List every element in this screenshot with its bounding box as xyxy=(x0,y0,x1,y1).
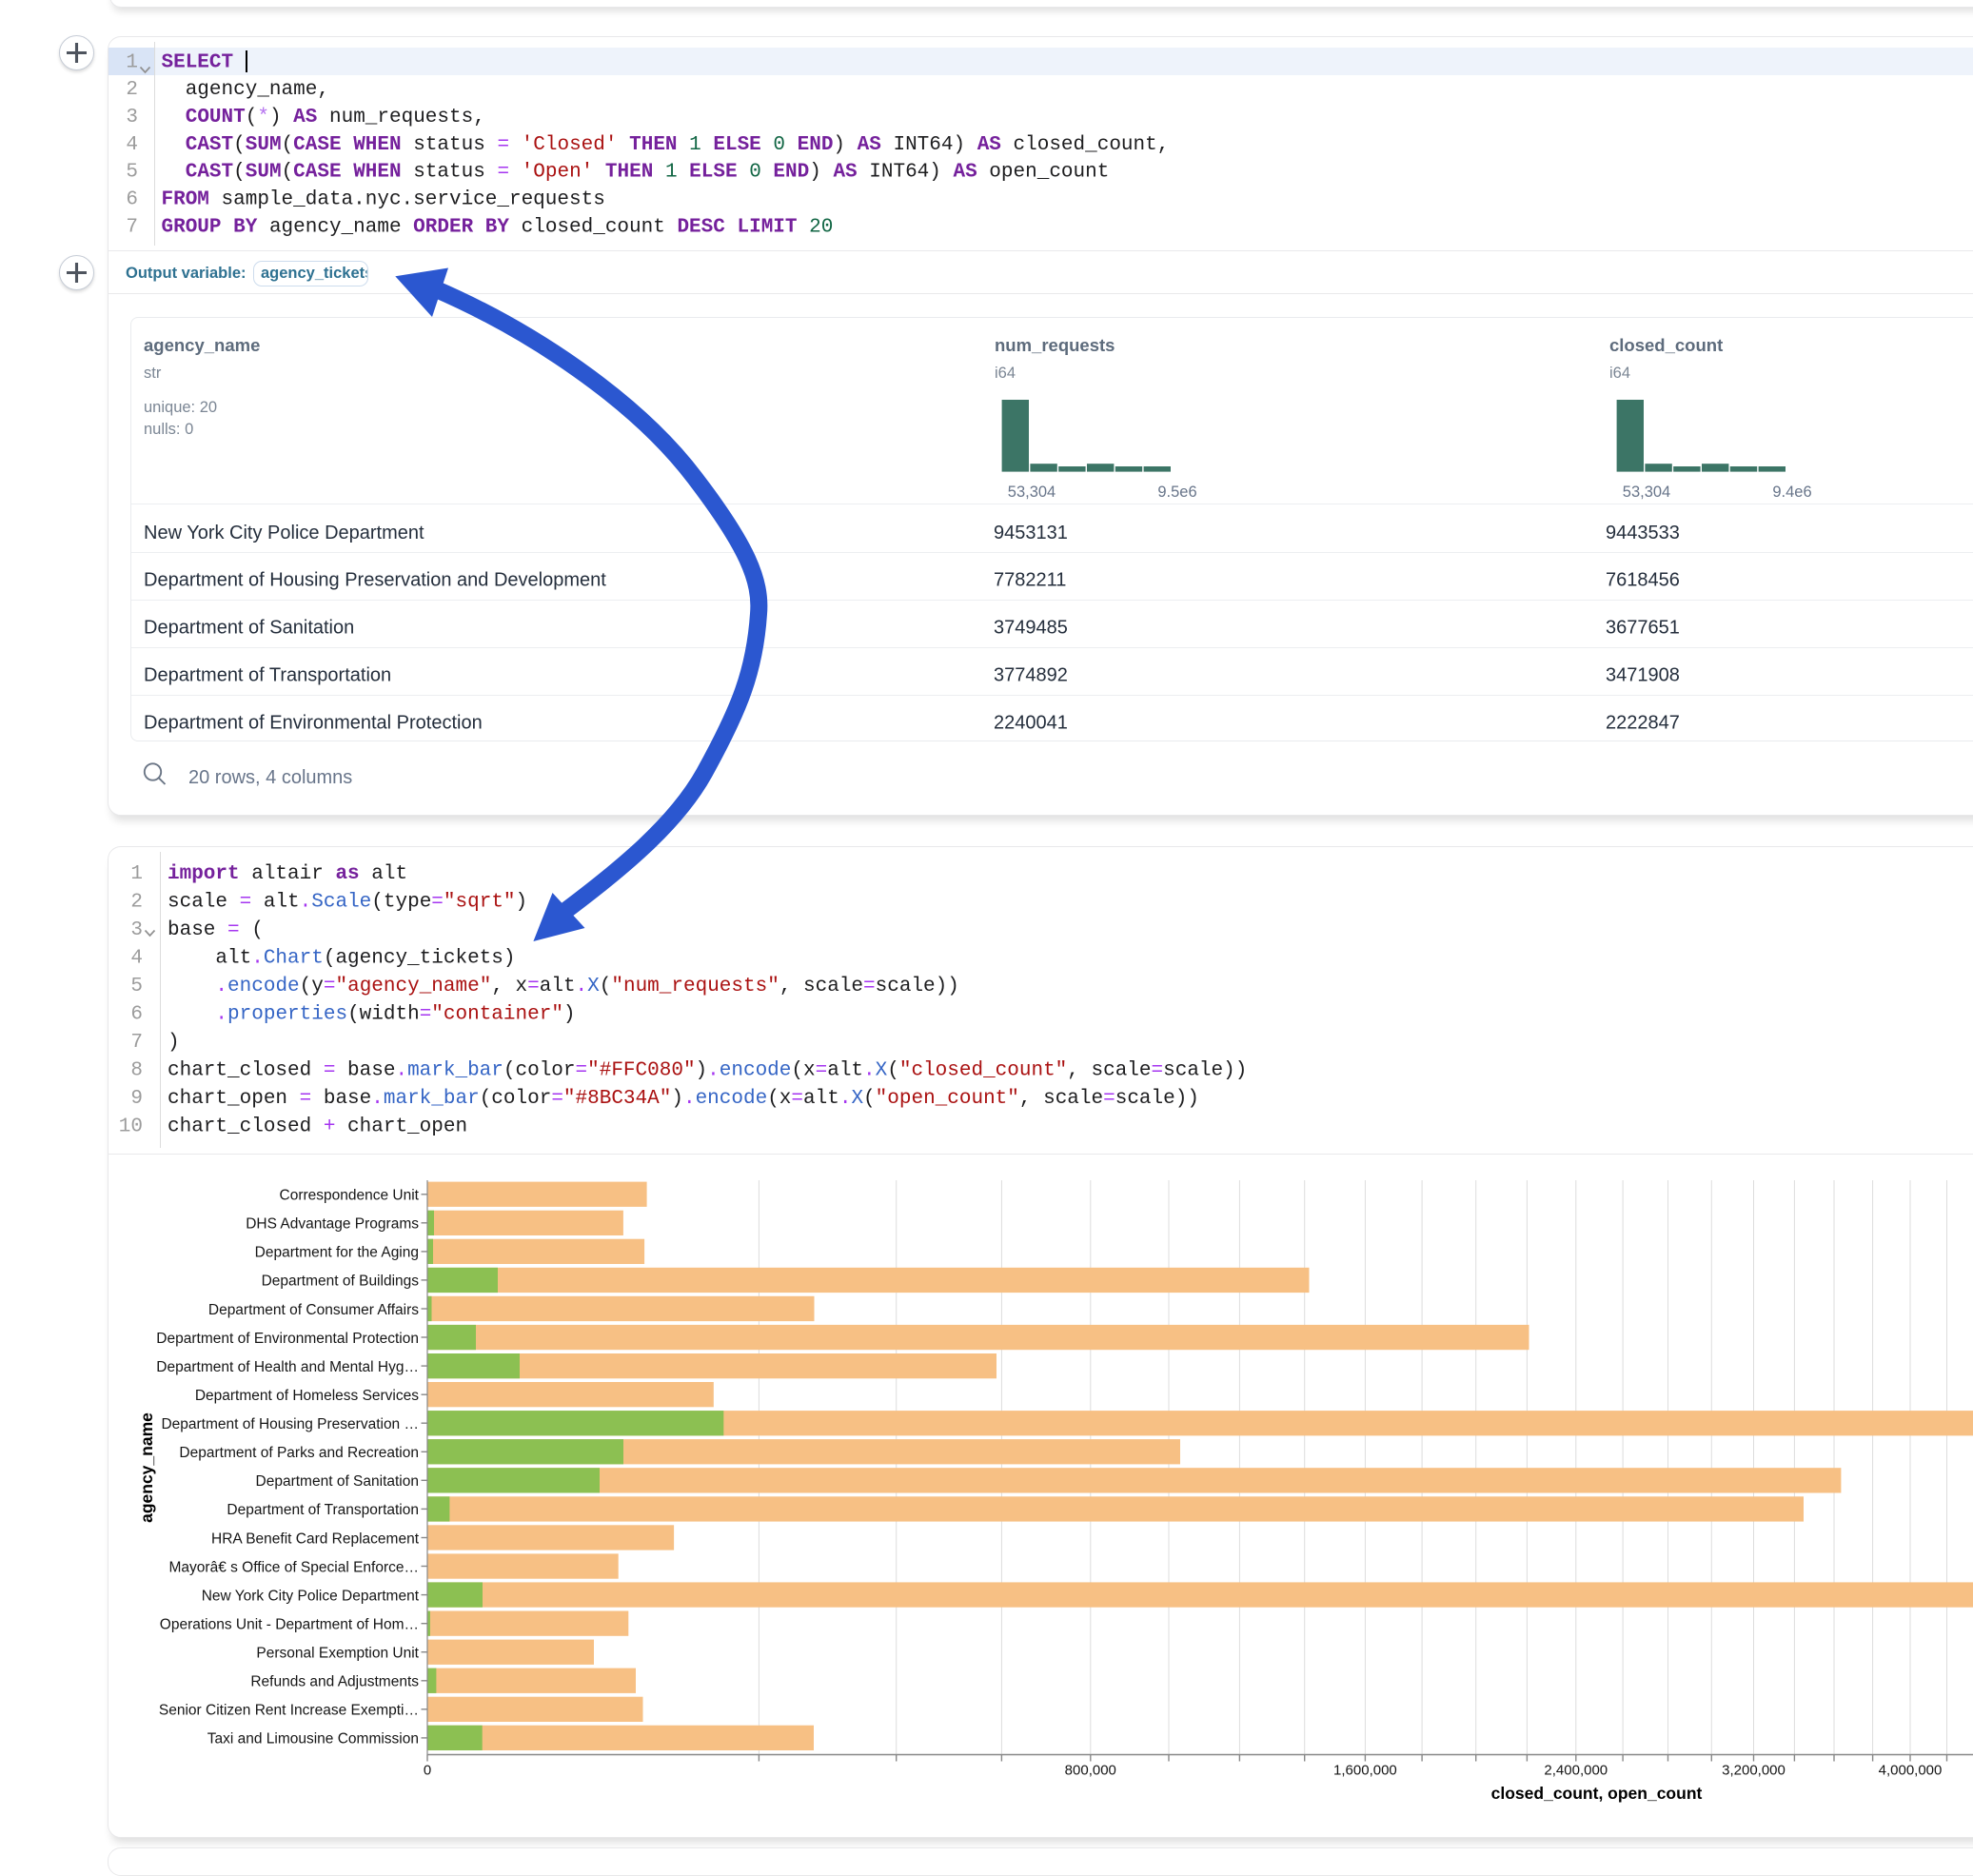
svg-text:Refunds and Adjustments: Refunds and Adjustments xyxy=(250,1674,419,1690)
svg-text:agency_tickets: agency_tickets xyxy=(261,265,373,282)
svg-text:9453131: 9453131 xyxy=(994,523,1068,543)
svg-text:7618456: 7618456 xyxy=(1606,570,1680,591)
svg-text:2: 2 xyxy=(130,892,143,914)
svg-text:9.4e6: 9.4e6 xyxy=(1772,484,1811,501)
svg-text:10: 10 xyxy=(119,1116,143,1138)
svg-text:1,600,000: 1,600,000 xyxy=(1333,1763,1397,1779)
svg-text:): ) xyxy=(168,1032,180,1054)
svg-text:4,000,000: 4,000,000 xyxy=(1879,1763,1943,1779)
svg-text:GROUP BY agency_name ORDER BY: GROUP BY agency_name ORDER BY closed_cou… xyxy=(162,216,834,238)
svg-text:6: 6 xyxy=(126,189,138,211)
svg-text:Senior Citizen Rent Increase E: Senior Citizen Rent Increase Exempti… xyxy=(159,1703,419,1719)
svg-text:unique: 20: unique: 20 xyxy=(144,399,217,416)
svg-text:53,304: 53,304 xyxy=(1008,484,1056,501)
svg-text:Department of Buildings: Department of Buildings xyxy=(262,1274,420,1290)
svg-text:5: 5 xyxy=(126,162,138,184)
svg-text:Department of Environmental Pr: Department of Environmental Protection xyxy=(144,713,483,734)
svg-text:3: 3 xyxy=(126,107,138,128)
svg-text:1: 1 xyxy=(130,863,143,885)
svg-text:0: 0 xyxy=(424,1763,431,1779)
svg-text:Department of Housing Preserva: Department of Housing Preservation … xyxy=(161,1416,419,1432)
svg-text:closed_count: closed_count xyxy=(1609,335,1723,355)
svg-text:Department of Housing Preserva: Department of Housing Preservation and D… xyxy=(144,570,606,591)
svg-text:2222847: 2222847 xyxy=(1606,713,1680,734)
svg-text:CAST(SUM(CASE WHEN status = 'O: CAST(SUM(CASE WHEN status = 'Open' THEN … xyxy=(162,162,1110,184)
svg-text:9: 9 xyxy=(130,1088,143,1110)
svg-text:8: 8 xyxy=(130,1060,143,1082)
svg-text:Department of Transportation: Department of Transportation xyxy=(227,1502,419,1518)
svg-text:.properties(width="container"): .properties(width="container") xyxy=(168,1004,576,1026)
svg-text:20 rows, 4 columns: 20 rows, 4 columns xyxy=(188,767,352,788)
svg-text:Operations Unit - Department o: Operations Unit - Department of Hom… xyxy=(160,1617,419,1633)
svg-text:2: 2 xyxy=(126,79,138,101)
svg-text:3: 3 xyxy=(130,919,143,941)
svg-text:5: 5 xyxy=(130,976,143,997)
svg-text:i64: i64 xyxy=(995,365,1016,382)
svg-text:4: 4 xyxy=(130,948,143,970)
svg-text:import altair as alt: import altair as alt xyxy=(168,863,407,885)
svg-text:7: 7 xyxy=(126,216,138,238)
svg-text:800,000: 800,000 xyxy=(1065,1763,1116,1779)
svg-text:3677651: 3677651 xyxy=(1606,618,1680,639)
svg-text:9443533: 9443533 xyxy=(1606,523,1680,543)
svg-text:3,200,000: 3,200,000 xyxy=(1722,1763,1786,1779)
svg-text:Department of Sanitation: Department of Sanitation xyxy=(144,618,354,639)
svg-text:New York City Police Departmen: New York City Police Department xyxy=(144,523,424,543)
svg-text:Department of Environmental Pr: Department of Environmental Protection xyxy=(156,1331,419,1347)
svg-text:2240041: 2240041 xyxy=(994,713,1068,734)
svg-text:Department of Health and Menta: Department of Health and Mental Hyg… xyxy=(156,1359,419,1375)
svg-text:Department of Consumer Affairs: Department of Consumer Affairs xyxy=(208,1302,419,1318)
svg-text:chart_closed = base.mark_bar(c: chart_closed = base.mark_bar(color="#FFC… xyxy=(168,1060,1247,1082)
svg-text:Department of Sanitation: Department of Sanitation xyxy=(256,1473,419,1490)
svg-text:Department of Homeless Service: Department of Homeless Services xyxy=(195,1388,419,1404)
svg-text:6: 6 xyxy=(130,1004,143,1026)
svg-text:agency_name: agency_name xyxy=(137,1412,156,1523)
svg-text:53,304: 53,304 xyxy=(1623,484,1670,501)
svg-text:9.5e6: 9.5e6 xyxy=(1157,484,1196,501)
svg-text:Department for the Aging: Department for the Aging xyxy=(255,1245,419,1261)
svg-text:closed_count, open_count: closed_count, open_count xyxy=(1491,1784,1703,1803)
svg-text:chart_open = base.mark_bar(col: chart_open = base.mark_bar(color="#8BC34… xyxy=(168,1088,1199,1110)
svg-text:Personal Exemption Unit: Personal Exemption Unit xyxy=(256,1646,419,1662)
svg-text:alt.Chart(agency_tickets): alt.Chart(agency_tickets) xyxy=(168,948,515,970)
svg-text:nulls: 0: nulls: 0 xyxy=(144,421,193,438)
svg-text:7782211: 7782211 xyxy=(994,570,1066,591)
svg-text:agency_name,: agency_name, xyxy=(162,79,329,101)
svg-text:str: str xyxy=(144,365,162,382)
svg-text:Mayorâ€ s Office of Special En: Mayorâ€ s Office of Special Enforce… xyxy=(169,1559,419,1575)
svg-text:FROM sample_data.nyc.service_r: FROM sample_data.nyc.service_requests xyxy=(162,189,605,211)
svg-text:2,400,000: 2,400,000 xyxy=(1544,1763,1608,1779)
svg-text:Output variable:: Output variable: xyxy=(126,265,247,282)
svg-text:Department of Transportation: Department of Transportation xyxy=(144,665,391,686)
svg-text:scale = alt.Scale(type="sqrt"): scale = alt.Scale(type="sqrt") xyxy=(168,892,527,914)
svg-text:COUNT(*) AS num_requests,: COUNT(*) AS num_requests, xyxy=(162,107,485,128)
svg-text:DHS Advantage Programs: DHS Advantage Programs xyxy=(246,1216,419,1233)
svg-text:Department of Parks and Recrea: Department of Parks and Recreation xyxy=(179,1445,419,1461)
svg-text:3749485: 3749485 xyxy=(994,618,1068,639)
svg-text:base = (: base = ( xyxy=(168,919,264,941)
svg-text:SELECT: SELECT xyxy=(162,51,246,73)
svg-text:3774892: 3774892 xyxy=(994,665,1068,686)
svg-text:Correspondence Unit: Correspondence Unit xyxy=(280,1188,420,1204)
svg-text:3471908: 3471908 xyxy=(1606,665,1680,686)
svg-text:7: 7 xyxy=(130,1032,143,1054)
svg-text:i64: i64 xyxy=(1609,365,1630,382)
svg-text:Taxi and Limousine Commission: Taxi and Limousine Commission xyxy=(207,1731,419,1748)
svg-text:New York City Police Departmen: New York City Police Department xyxy=(202,1588,420,1604)
svg-text:4: 4 xyxy=(126,134,138,156)
svg-text:1: 1 xyxy=(126,51,138,73)
svg-text:num_requests: num_requests xyxy=(995,335,1115,355)
svg-text:HRA Benefit Card Replacement: HRA Benefit Card Replacement xyxy=(211,1530,420,1547)
svg-text:.encode(y="agency_name", x=alt: .encode(y="agency_name", x=alt.X("num_re… xyxy=(168,976,959,997)
svg-text:CAST(SUM(CASE WHEN status = 'C: CAST(SUM(CASE WHEN status = 'Closed' THE… xyxy=(162,134,1170,156)
svg-text:chart_closed + chart_open: chart_closed + chart_open xyxy=(168,1116,467,1138)
svg-text:agency_name: agency_name xyxy=(144,335,260,355)
